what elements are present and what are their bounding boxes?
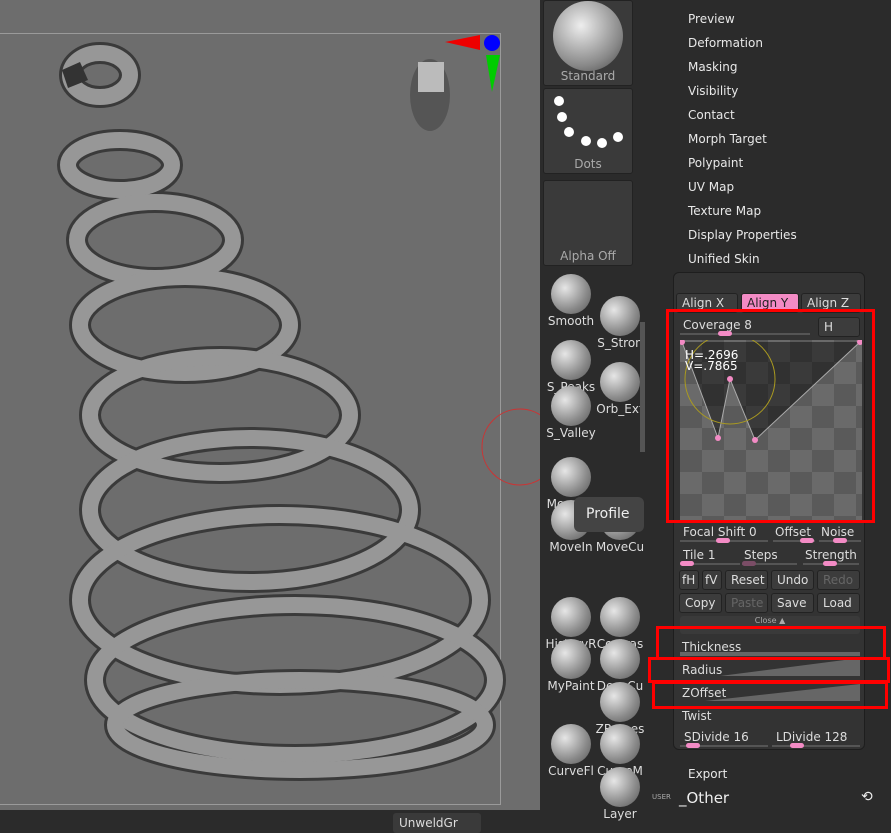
brush-cursor <box>481 408 540 486</box>
focal-shift-label: Focal Shift 0 <box>683 525 757 539</box>
highlight-box <box>652 681 888 709</box>
brush-icon <box>551 639 591 679</box>
reset-button[interactable]: Reset <box>725 570 768 590</box>
brush-icon <box>551 457 591 497</box>
brush-icon <box>600 682 640 722</box>
menu-polypaint[interactable]: Polypaint <box>688 156 743 170</box>
reset-icon[interactable]: ⟲ <box>861 789 873 805</box>
load-button[interactable]: Load <box>817 593 860 613</box>
menu-masking[interactable]: Masking <box>688 60 737 74</box>
brush-icon <box>600 639 640 679</box>
menu-morph-target[interactable]: Morph Target <box>688 132 767 146</box>
dots-icon <box>554 96 623 148</box>
tile-label: Alpha Off <box>560 249 616 263</box>
brush-label: MoveCu <box>595 540 645 554</box>
standard-brush-tile[interactable]: Standard <box>543 0 633 86</box>
brush-label: S_Valley <box>546 426 596 440</box>
menu-deformation[interactable]: Deformation <box>688 36 763 50</box>
brush-icon <box>600 362 640 402</box>
strength-label: Strength <box>805 548 857 562</box>
brush-icon <box>600 767 640 807</box>
canvas-viewport[interactable] <box>0 0 540 810</box>
tile-label: Tile 1 <box>683 548 716 562</box>
brush-icon <box>600 597 640 637</box>
undo-button[interactable]: Undo <box>771 570 814 590</box>
brush-icon <box>551 724 591 764</box>
steps-slider <box>742 561 797 566</box>
brush-icon <box>600 724 640 764</box>
steps-label: Steps <box>744 548 778 562</box>
brush-icon <box>551 386 591 426</box>
user-tag: USER <box>652 793 671 801</box>
menu-visibility[interactable]: Visibility <box>688 84 738 98</box>
tooltip: Profile <box>574 497 644 532</box>
menu-texture-map[interactable]: Texture Map <box>688 204 761 218</box>
unweld-groups-button[interactable]: UnweldGr <box>393 813 481 833</box>
brush-icon <box>551 597 591 637</box>
menu-contact[interactable]: Contact <box>688 108 735 122</box>
orientation-head <box>410 59 450 131</box>
menu-export[interactable]: Export <box>688 767 727 781</box>
offset-label: Offset <box>775 525 812 539</box>
spiral-ring <box>69 194 241 286</box>
spiral-mesh <box>57 35 540 781</box>
noise-label: Noise <box>821 525 855 539</box>
dots-stroke-tile[interactable]: Dots <box>543 88 633 174</box>
brush-svalley[interactable]: S_Valley <box>540 384 602 440</box>
flip-v-button[interactable]: fV <box>702 570 722 590</box>
tile-label: Standard <box>560 69 616 83</box>
noise-slider[interactable] <box>819 538 861 543</box>
tile-slider[interactable] <box>680 561 740 566</box>
alpha-tile[interactable]: Alpha Off <box>543 180 633 266</box>
flip-h-button[interactable]: fH <box>679 570 699 590</box>
brush-icon <box>551 274 591 314</box>
brush-label: Layer <box>603 807 637 821</box>
standard-brush-icon <box>553 1 623 71</box>
highlight-box <box>648 657 890 683</box>
ldivide-slider[interactable] <box>772 743 860 748</box>
menu-unified-skin[interactable]: Unified Skin <box>688 252 760 266</box>
other-palette-title[interactable]: _Other <box>679 789 729 807</box>
sdivide-slider[interactable] <box>680 743 768 748</box>
brush-icon <box>600 296 640 336</box>
strength-slider[interactable] <box>803 561 859 566</box>
menu-preview[interactable]: Preview <box>688 12 735 26</box>
brush-layer[interactable]: Layer <box>589 765 651 821</box>
sdivide-label: SDivide 16 <box>684 730 749 744</box>
focal-shift-slider[interactable] <box>680 538 768 543</box>
tile-label: Dots <box>574 157 602 171</box>
close-label: Close <box>754 616 777 625</box>
copy-button[interactable]: Copy <box>679 593 722 613</box>
spiral-ring <box>60 132 180 198</box>
axis-gizmo <box>445 35 500 92</box>
menu-uv-map[interactable]: UV Map <box>688 180 734 194</box>
ldivide-label: LDivide 128 <box>776 730 848 744</box>
save-button[interactable]: Save <box>771 593 814 613</box>
offset-slider[interactable] <box>773 538 815 543</box>
brush-scrollbar[interactable] <box>640 322 645 452</box>
brush-icon <box>551 340 591 380</box>
highlight-box <box>656 626 886 660</box>
menu-display-properties[interactable]: Display Properties <box>688 228 797 242</box>
paste-button[interactable]: Paste <box>725 593 768 613</box>
highlight-box <box>666 309 875 523</box>
twist-label: Twist <box>682 709 712 723</box>
redo-button[interactable]: Redo <box>817 570 860 590</box>
